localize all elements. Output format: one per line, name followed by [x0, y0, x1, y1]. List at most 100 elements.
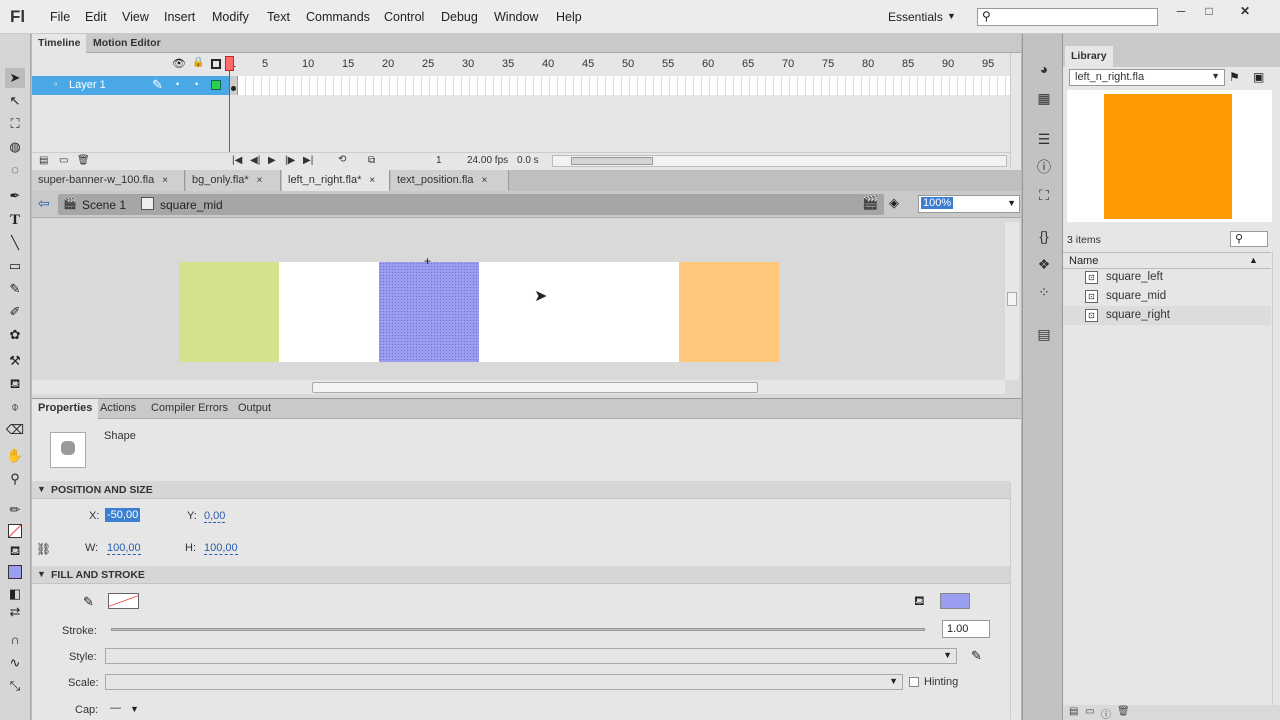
play-icon[interactable]: ▶ — [268, 155, 276, 166]
y-field[interactable]: 0,00 — [204, 510, 226, 523]
stage-hscroll-thumb[interactable] — [312, 382, 758, 393]
library-column-header[interactable]: Name ▲ — [1063, 252, 1271, 269]
library-item[interactable]: ⊡ square_mid — [1063, 287, 1271, 306]
chevron-down-icon[interactable]: ▼ — [947, 11, 956, 21]
square-mid[interactable] — [379, 262, 479, 362]
fill-color-swatch[interactable] — [5, 562, 25, 582]
edit-scene-icon[interactable]: 🎬 — [862, 195, 878, 211]
position-size-header[interactable]: ▼ POSITION AND SIZE — [32, 481, 1010, 499]
x-field[interactable]: -50,00 — [105, 508, 141, 522]
tab-library[interactable]: Library — [1065, 46, 1113, 67]
subselection-tool-icon[interactable]: ↖ — [5, 91, 25, 111]
eraser-tool-icon[interactable]: ⌫ — [5, 420, 25, 440]
trash-icon[interactable]: 🗑 — [77, 155, 90, 166]
components-panel-icon[interactable]: ❖ — [1034, 254, 1054, 274]
tab-timeline[interactable]: Timeline — [32, 34, 86, 53]
close-icon[interactable]: × — [481, 175, 487, 186]
new-library-icon[interactable]: ▣ — [1253, 70, 1264, 84]
motion-presets-icon[interactable]: ⁘ — [1034, 282, 1054, 302]
delete-icon[interactable]: 🗑 — [1117, 706, 1130, 717]
edit-symbol-icon[interactable]: ◈ — [889, 195, 899, 211]
straighten-icon[interactable]: ⤡ — [5, 676, 25, 696]
square-right[interactable] — [679, 262, 779, 362]
menu-help[interactable]: Help — [556, 10, 582, 24]
code-snippets-icon[interactable]: {} — [1034, 226, 1054, 246]
close-button[interactable]: ✕ — [1231, 4, 1259, 20]
workspace-switcher[interactable]: Essentials — [888, 10, 943, 24]
visibility-dot[interactable]: • — [176, 79, 179, 89]
edit-stroke-style-icon[interactable]: ✎ — [971, 648, 982, 664]
black-white-icon[interactable]: ◧ — [5, 584, 25, 604]
close-icon[interactable]: × — [162, 175, 168, 186]
project-panel-icon[interactable]: ▤ — [1034, 324, 1054, 344]
square-left[interactable] — [179, 262, 279, 362]
menu-commands[interactable]: Commands — [306, 10, 370, 24]
menu-debug[interactable]: Debug — [441, 10, 478, 24]
pin-icon[interactable]: ⚑ — [1229, 70, 1240, 84]
close-icon[interactable]: × — [257, 175, 263, 186]
w-field[interactable]: 100,00 — [107, 542, 141, 555]
zoom-tool-icon[interactable]: ⚲ — [5, 469, 25, 489]
h-field[interactable]: 100,00 — [204, 542, 238, 555]
frames-row[interactable] — [230, 76, 1010, 95]
new-folder-icon[interactable]: ▭ — [59, 155, 68, 166]
pen-tool-icon[interactable]: ✒ — [5, 186, 25, 206]
stroke-color-swatch[interactable] — [108, 593, 139, 609]
swap-colors-icon[interactable]: ⇄ — [5, 602, 25, 622]
tab-actions[interactable]: Actions — [94, 399, 142, 419]
stage-hscroll[interactable] — [32, 380, 1005, 394]
outline-icon[interactable] — [211, 59, 221, 69]
style-select[interactable]: ▼ — [105, 648, 957, 664]
stage-area[interactable]: + ➤ — [32, 218, 1021, 398]
back-arrow-icon[interactable]: ⇦ — [38, 195, 50, 212]
menu-modify[interactable]: Modify — [212, 10, 249, 24]
timeline-hscroll[interactable] — [552, 155, 1007, 167]
new-symbol-icon[interactable]: ▤ — [1069, 706, 1078, 717]
playhead[interactable] — [229, 56, 230, 162]
chevron-down-icon[interactable]: ▼ — [130, 704, 139, 714]
eyedropper-tool-icon[interactable]: ⌽ — [5, 397, 25, 417]
last-frame-icon[interactable]: ▶| — [303, 155, 313, 166]
timeline-vscroll[interactable] — [1010, 53, 1021, 169]
breadcrumb-scene[interactable]: Scene 1 — [82, 198, 126, 212]
step-forward-icon[interactable]: |▶ — [285, 155, 295, 166]
info-panel-icon[interactable]: ⓘ — [1034, 157, 1054, 177]
close-icon[interactable]: × — [369, 175, 375, 186]
keyframe[interactable] — [230, 76, 238, 95]
step-back-icon[interactable]: ◀| — [250, 155, 260, 166]
snap-magnet-icon[interactable]: ∩ — [5, 630, 25, 650]
color-panel-icon[interactable]: ◕ — [1034, 59, 1054, 79]
text-tool-icon[interactable]: T — [5, 210, 25, 230]
fill-stroke-header[interactable]: ▼ FILL AND STROKE — [32, 566, 1010, 584]
lock-dot[interactable]: • — [195, 79, 198, 89]
properties-icon[interactable]: ⓘ — [1101, 706, 1111, 720]
rectangle-tool-icon[interactable]: ▭ — [5, 256, 25, 276]
lock-icon[interactable]: 🔒 — [192, 57, 204, 68]
tab-text-position[interactable]: text_position.fla × — [391, 170, 509, 191]
timeline-hscroll-thumb[interactable] — [571, 157, 653, 165]
new-layer-icon[interactable]: ▤ — [39, 155, 48, 166]
fill-color-icon[interactable]: ⛾ — [5, 541, 25, 561]
eye-icon[interactable]: 👁 — [172, 57, 186, 70]
first-frame-icon[interactable]: |◀ — [232, 155, 242, 166]
3d-rotation-tool-icon[interactable]: ◍ — [5, 137, 25, 157]
menu-file[interactable]: File — [50, 10, 70, 24]
smooth-icon[interactable]: ∿ — [5, 653, 25, 673]
library-vscroll[interactable] — [1272, 252, 1280, 712]
library-item[interactable]: ⊡ square_left — [1063, 268, 1271, 287]
free-transform-tool-icon[interactable]: ⛶ — [5, 114, 25, 134]
stroke-slider[interactable] — [111, 628, 925, 631]
loop-icon[interactable]: ⟲ — [338, 154, 346, 165]
menu-insert[interactable]: Insert — [164, 10, 195, 24]
fps-readout[interactable]: 24.00 fps — [467, 155, 508, 166]
lasso-tool-icon[interactable]: ◌ — [5, 160, 25, 180]
selection-tool-icon[interactable]: ➤ — [5, 68, 25, 88]
scale-select[interactable]: ▼ — [105, 674, 903, 690]
stroke-input[interactable]: 1.00 — [942, 620, 990, 638]
maximize-button[interactable]: □ — [1195, 4, 1223, 20]
tab-left-n-right[interactable]: left_n_right.fla* × — [282, 170, 390, 191]
brush-tool-icon[interactable]: ✐ — [5, 302, 25, 322]
help-search-input[interactable]: ⚲ — [977, 8, 1158, 26]
pencil-tool-icon[interactable]: ✎ — [5, 279, 25, 299]
properties-vscroll[interactable] — [1010, 483, 1020, 719]
